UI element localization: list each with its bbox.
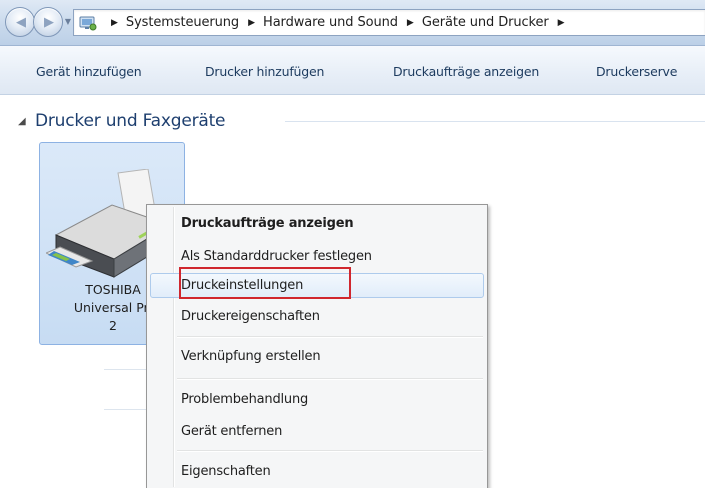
- control-panel-icon: [79, 16, 97, 31]
- breadcrumb[interactable]: ▶ Systemsteuerung ▶ Hardware und Sound ▶…: [73, 9, 705, 36]
- menu-separator: [177, 451, 483, 452]
- group-header[interactable]: ◢ Drucker und Faxgeräte: [18, 111, 226, 131]
- menu-item-printer-properties[interactable]: Druckereigenschaften: [150, 304, 484, 329]
- group-title: Drucker und Faxgeräte: [35, 111, 226, 131]
- forward-button[interactable]: ▶: [33, 7, 63, 37]
- menu-item-set-default-printer[interactable]: Als Standarddrucker festlegen: [150, 244, 484, 269]
- breadcrumb-separator-icon[interactable]: ▶: [558, 18, 565, 28]
- breadcrumb-item-systemsteuerung[interactable]: Systemsteuerung: [126, 15, 239, 30]
- menu-item-properties[interactable]: Eigenschaften: [150, 459, 484, 484]
- breadcrumb-separator-icon[interactable]: ▶: [111, 18, 118, 28]
- address-bar: ◀ ▶ ▼ ▶ Systemsteuerung ▶ Hardware und S…: [0, 0, 705, 46]
- print-server-properties-button[interactable]: Druckerserve: [596, 64, 677, 79]
- breadcrumb-item-hardware-und-sound[interactable]: Hardware und Sound: [263, 15, 398, 30]
- menu-separator: [177, 337, 483, 338]
- add-printer-button[interactable]: Drucker hinzufügen: [205, 64, 324, 79]
- arrow-right-icon: ▶: [44, 15, 54, 30]
- breadcrumb-separator-icon[interactable]: ▶: [248, 18, 255, 28]
- menu-item-remove-device[interactable]: Gerät entfernen: [150, 419, 484, 444]
- recent-pages-dropdown-icon[interactable]: ▼: [63, 17, 73, 27]
- command-bar: Gerät hinzufügen Drucker hinzufügen Druc…: [0, 46, 705, 95]
- group-divider: [285, 121, 705, 122]
- context-menu: Druckaufträge anzeigen Als Standarddruck…: [146, 204, 488, 488]
- back-button[interactable]: ◀: [5, 7, 35, 37]
- menu-separator: [177, 379, 483, 380]
- breadcrumb-separator-icon[interactable]: ▶: [407, 18, 414, 28]
- arrow-left-icon: ◀: [16, 15, 26, 30]
- breadcrumb-item-geraete-und-drucker[interactable]: Geräte und Drucker: [422, 15, 549, 30]
- menu-item-see-print-jobs[interactable]: Druckaufträge anzeigen: [150, 211, 484, 236]
- see-print-jobs-button[interactable]: Druckaufträge anzeigen: [393, 64, 539, 79]
- highlight-annotation-box: [179, 267, 351, 299]
- collapse-triangle-icon[interactable]: ◢: [18, 116, 30, 127]
- menu-item-create-shortcut[interactable]: Verknüpfung erstellen: [150, 344, 484, 369]
- add-device-button[interactable]: Gerät hinzufügen: [36, 64, 142, 79]
- menu-item-troubleshoot[interactable]: Problembehandlung: [150, 387, 484, 412]
